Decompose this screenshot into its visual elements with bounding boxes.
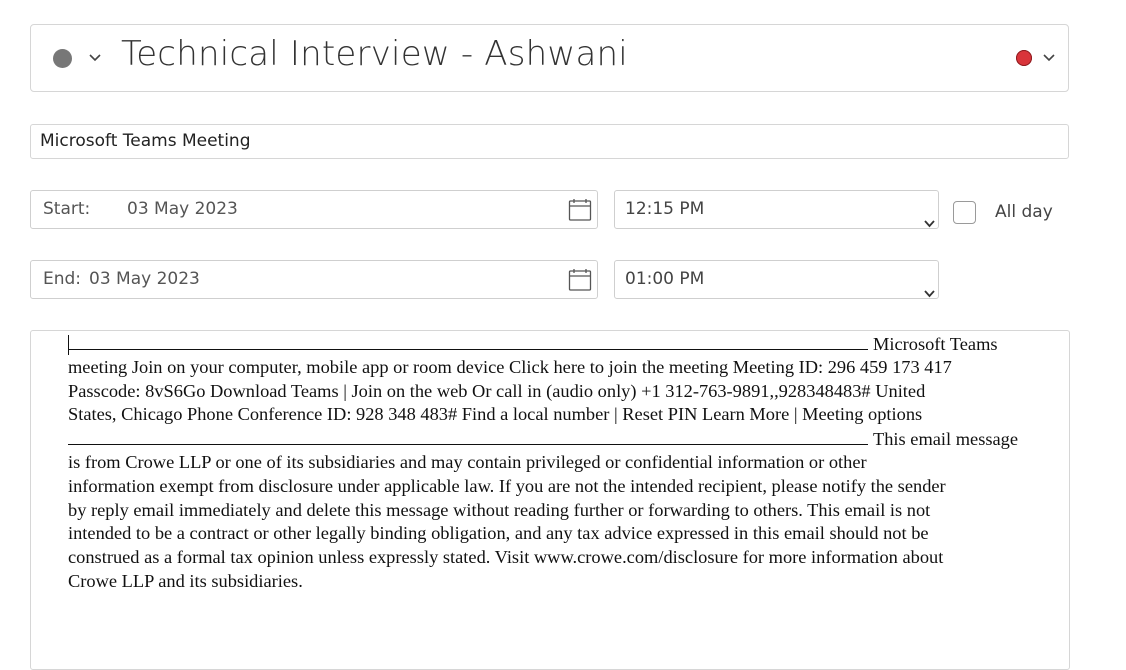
title-card: Technical Interview - Ashwani bbox=[30, 24, 1069, 92]
chevron-down-icon bbox=[924, 205, 935, 242]
end-time-select[interactable]: 01:00 PM bbox=[614, 260, 939, 299]
body-line: intended to be a contract or other legal… bbox=[68, 523, 929, 544]
event-body-editor[interactable]: Microsoft Teams meeting Join on your com… bbox=[30, 330, 1070, 670]
all-day-checkbox[interactable] bbox=[953, 201, 976, 224]
separator-rule bbox=[68, 332, 868, 350]
end-label: End: bbox=[43, 269, 82, 289]
event-title[interactable]: Technical Interview - Ashwani bbox=[121, 34, 628, 74]
end-time-value: 01:00 PM bbox=[625, 269, 705, 289]
body-line: This email message bbox=[68, 427, 1038, 451]
end-date-value: 03 May 2023 bbox=[89, 269, 200, 289]
start-time-value: 12:15 PM bbox=[625, 199, 705, 219]
chevron-down-icon bbox=[924, 275, 935, 312]
location-input[interactable]: Microsoft Teams Meeting bbox=[30, 124, 1069, 159]
all-day-label: All day bbox=[995, 202, 1053, 222]
start-date-field[interactable]: Start: 03 May 2023 bbox=[30, 190, 598, 229]
separator-rule bbox=[68, 427, 868, 446]
end-date-field[interactable]: End: 03 May 2023 bbox=[30, 260, 598, 299]
status-chevron-down-icon[interactable] bbox=[89, 54, 101, 64]
status-circle-icon[interactable] bbox=[53, 49, 72, 68]
body-line: information exempt from disclosure under… bbox=[68, 475, 946, 496]
body-line: Passcode: 8vS6Go Download Teams | Join o… bbox=[68, 380, 926, 401]
start-label: Start: bbox=[43, 199, 91, 219]
calendar-icon[interactable] bbox=[568, 198, 592, 222]
body-line: Crowe LLP and its subsidiaries. bbox=[68, 570, 303, 591]
body-line: is from Crowe LLP or one of its subsidia… bbox=[68, 451, 867, 472]
category-chevron-down-icon[interactable] bbox=[1043, 54, 1055, 64]
body-line: meeting Join on your computer, mobile ap… bbox=[68, 356, 952, 377]
calendar-icon[interactable] bbox=[568, 268, 592, 292]
body-line: Microsoft Teams bbox=[68, 332, 1038, 356]
body-line: by reply email immediately and delete th… bbox=[68, 499, 931, 520]
start-date-value: 03 May 2023 bbox=[127, 199, 238, 219]
body-line: construed as a formal tax opinion unless… bbox=[68, 547, 944, 568]
start-time-select[interactable]: 12:15 PM bbox=[614, 190, 939, 229]
category-color-icon[interactable] bbox=[1016, 50, 1032, 66]
body-line: States, Chicago Phone Conference ID: 928… bbox=[68, 404, 923, 425]
event-body-text[interactable]: Microsoft Teams meeting Join on your com… bbox=[68, 332, 1038, 594]
